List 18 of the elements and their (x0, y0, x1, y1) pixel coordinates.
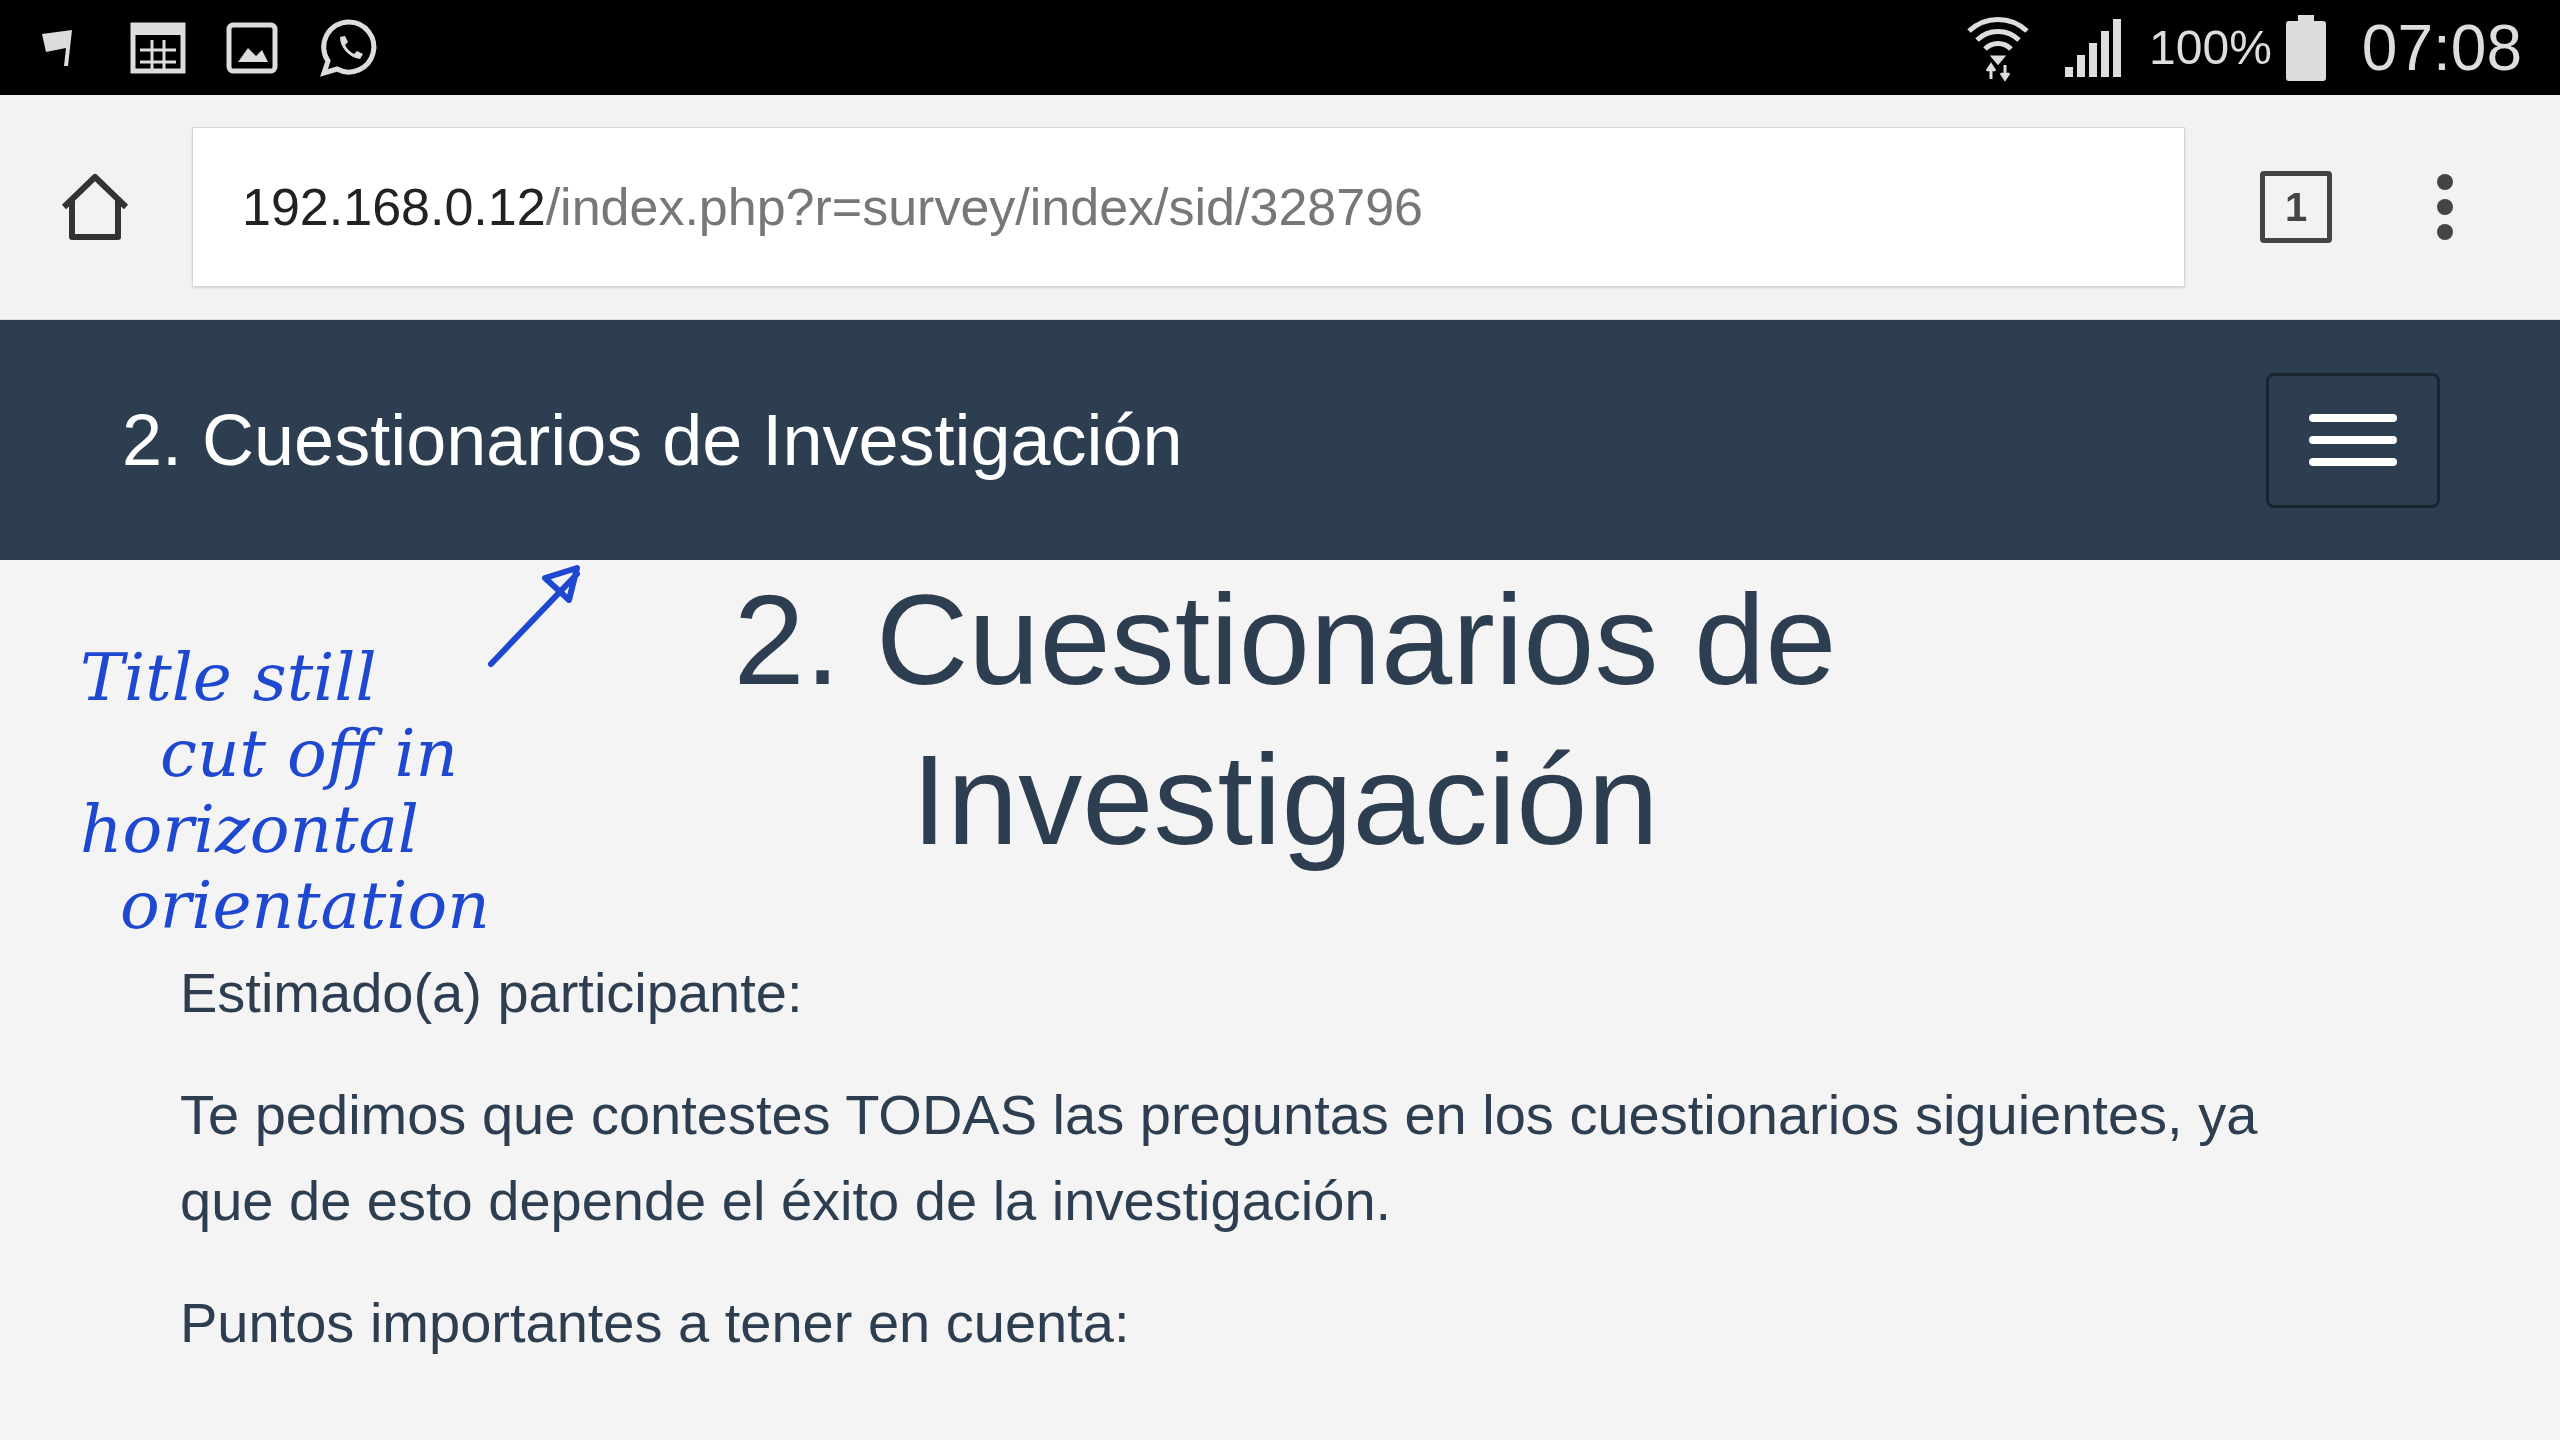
page-heading: Investigación (911, 727, 1659, 873)
url-field[interactable]: 192.168.0.12/index.php?r=survey/index/sid/328796 (192, 127, 2185, 287)
handwritten-note: horizontal (80, 792, 420, 868)
handwritten-note: Title still (80, 638, 378, 716)
tab-count-button[interactable]: 1 (2260, 171, 2332, 243)
hamburger-menu-button[interactable] (2266, 372, 2440, 508)
navbar-title[interactable]: 2. Cuestionarios de Investigación (122, 386, 1183, 494)
battery-percent: 100% (2149, 19, 2272, 76)
battery-icon (2283, 14, 2328, 81)
calendar-icon (130, 21, 186, 74)
body-paragraph: Puntos importantes a tener en cuenta: (180, 1290, 1131, 1356)
page-heading: 2. Cuestionarios de (733, 567, 1837, 713)
image-icon (226, 21, 278, 74)
body-paragraph: Te pedimos que contestes TODAS las preguntas en los cuestionarios siguientes, ya que de esto depende el éxito de la investigación. (180, 1082, 2259, 1234)
handwritten-note: orientation (119, 868, 490, 944)
body-paragraph: Estimado(a) participante: (180, 960, 804, 1026)
handwritten-note: cut off in (159, 716, 460, 792)
clock: 07:08 (2361, 10, 2522, 86)
